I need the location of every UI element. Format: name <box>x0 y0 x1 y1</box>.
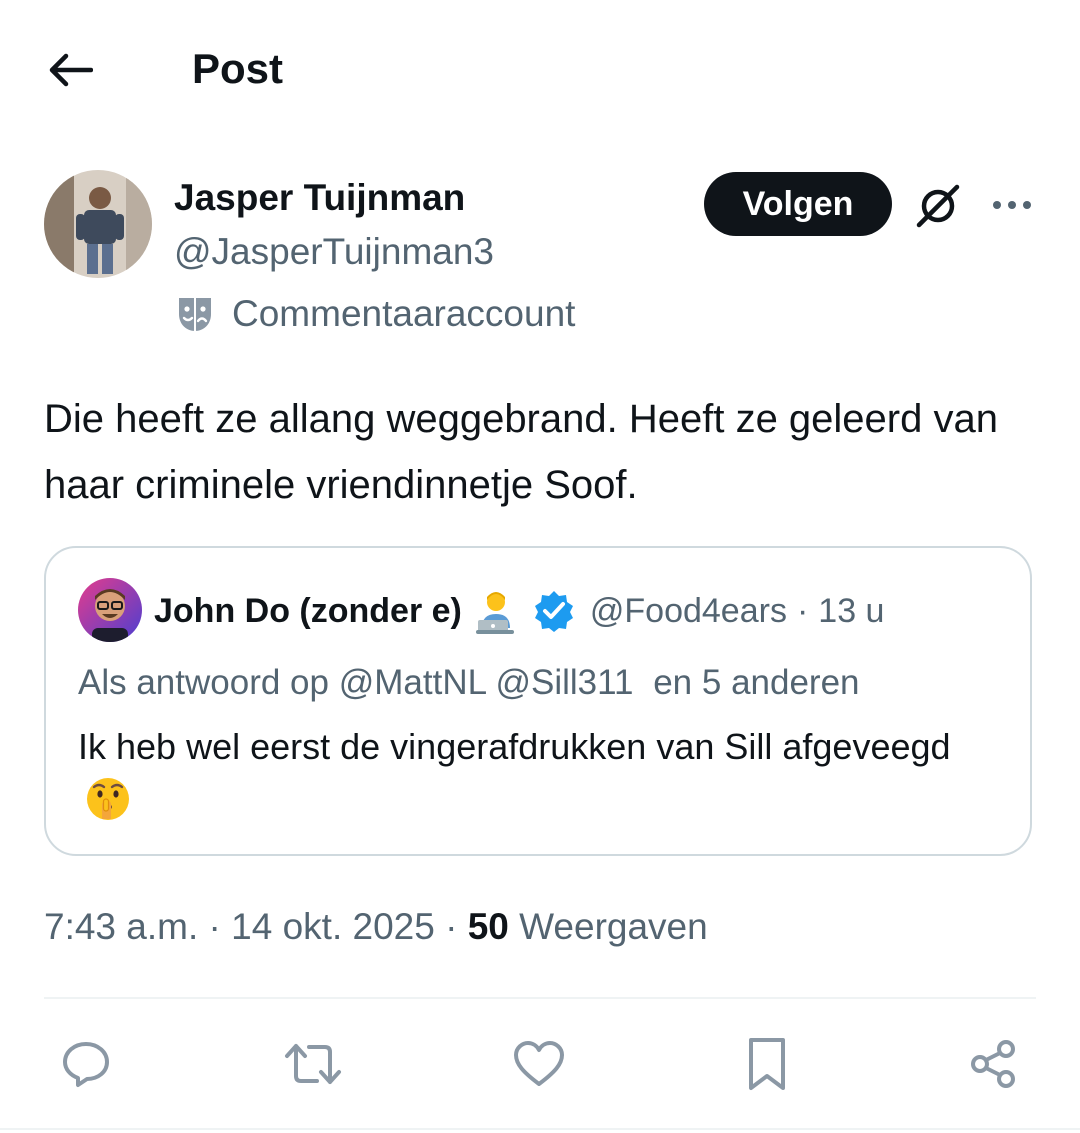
author-handle[interactable]: @JasperTuijnman3 <box>174 230 494 274</box>
quoted-text-body: Ik heb wel eerst de vingerafdrukken van … <box>78 726 951 767</box>
reply-suffix[interactable]: en 5 anderen <box>653 663 859 702</box>
action-bar <box>0 1030 1080 1100</box>
back-button[interactable] <box>44 44 96 96</box>
more-dots-icon <box>993 201 1031 209</box>
page-title: Post <box>192 45 284 92</box>
post-time[interactable]: 7:43 a.m. <box>44 906 198 947</box>
share-button[interactable] <box>960 1030 1028 1098</box>
theater-mask-icon <box>179 298 211 331</box>
grok-button[interactable] <box>910 178 966 234</box>
post-author: Jasper Tuijnman @JasperTuijnman3 Comment… <box>44 170 1044 350</box>
quoted-handle[interactable]: @Food4ears <box>590 592 787 631</box>
divider <box>44 997 1036 999</box>
more-button[interactable] <box>984 182 1040 228</box>
top-bar: Post <box>0 0 1080 140</box>
author-name[interactable]: Jasper Tuijnman <box>174 176 465 220</box>
technologist-emoji-icon <box>475 592 514 634</box>
quoted-name[interactable]: John Do (zonder e) <box>154 592 462 631</box>
verified-badge-icon <box>534 591 573 632</box>
meta-separator: · <box>445 906 458 947</box>
quoted-post[interactable]: John Do (zonder e) @Food4ears · 13 u Als… <box>44 546 1032 856</box>
like-button[interactable] <box>505 1030 573 1098</box>
bookmark-button[interactable] <box>733 1030 801 1098</box>
shushing-face-emoji-icon <box>87 778 129 820</box>
post-meta: 7:43 a.m. · 14 okt. 2025 · 50 Weergaven <box>44 902 708 952</box>
retweet-icon <box>285 1044 341 1084</box>
bookmark-icon <box>749 1038 785 1090</box>
meta-separator: · <box>208 906 221 947</box>
reply-mentions[interactable]: @MattNL @Sill311 <box>339 663 634 702</box>
arrow-left-icon <box>49 53 93 87</box>
avatar[interactable] <box>44 170 152 278</box>
quoted-time[interactable]: 13 u <box>818 592 884 631</box>
quoted-separator: · <box>796 591 809 630</box>
heart-icon <box>514 1041 564 1086</box>
reply-prefix: Als antwoord op <box>78 663 329 702</box>
quoted-header: John Do (zonder e) @Food4ears · 13 u <box>154 586 884 636</box>
views-count[interactable]: 50 <box>468 906 509 947</box>
account-label[interactable]: Commentaaraccount <box>176 292 575 336</box>
grok-icon <box>916 184 960 228</box>
post-text: Die heeft ze allang weggebrand. Heeft ze… <box>44 397 998 507</box>
views-label[interactable]: Weergaven <box>519 906 708 947</box>
reply-context: Als antwoord op @MattNL @Sill311 en 5 an… <box>78 660 860 706</box>
quoted-text: Ik heb wel eerst de vingerafdrukken van … <box>78 720 998 828</box>
post-date[interactable]: 14 okt. 2025 <box>231 906 435 947</box>
retweet-button[interactable] <box>279 1030 347 1098</box>
quoted-avatar[interactable] <box>78 578 142 642</box>
share-icon <box>971 1040 1015 1088</box>
account-label-text: Commentaaraccount <box>232 293 576 334</box>
reply-button[interactable] <box>52 1030 120 1098</box>
divider <box>0 1128 1080 1130</box>
reply-icon <box>63 1042 109 1087</box>
follow-button[interactable]: Volgen <box>704 172 892 236</box>
